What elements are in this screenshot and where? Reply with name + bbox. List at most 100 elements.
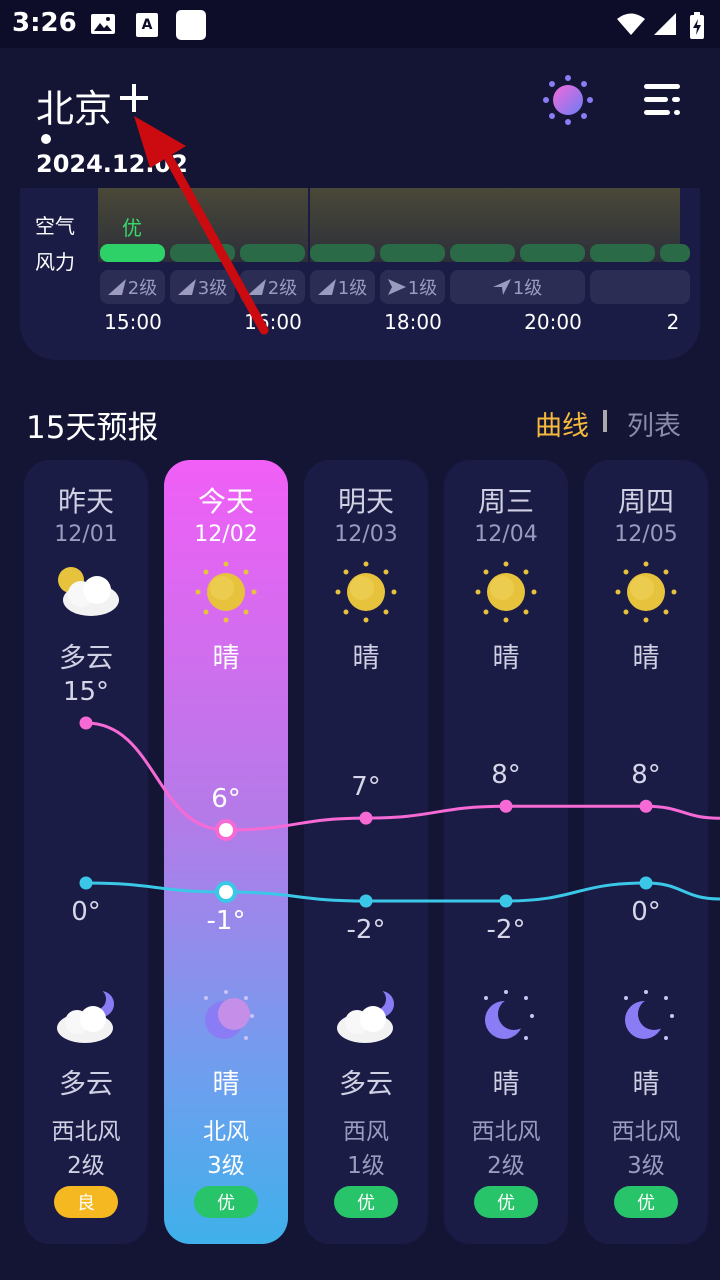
wind-chip: 1级 — [450, 270, 585, 304]
wind-level: 1级 — [407, 278, 438, 299]
wind-level: 1级 — [347, 1153, 385, 1179]
wind-direction-icon — [387, 279, 406, 295]
battery-icon — [690, 12, 704, 39]
high-temp-point — [215, 819, 237, 841]
status-time: 3:26 — [12, 8, 77, 38]
wind-direction: 西风 — [343, 1119, 389, 1145]
wind-chip: 2级 — [240, 270, 305, 304]
menu-icon[interactable] — [640, 82, 684, 118]
current-date: 2024.12.02 — [36, 150, 188, 178]
aqi-bar — [240, 244, 305, 262]
aqi-bar — [310, 244, 375, 262]
night-weather: 晴 — [492, 1069, 520, 1100]
aqi-bar — [170, 244, 235, 262]
wind-direction: 北风 — [203, 1119, 249, 1145]
wind-level: 2级 — [487, 1153, 525, 1179]
temperature-curve — [79, 716, 720, 908]
sun-theme-icon[interactable] — [542, 74, 594, 126]
aqi-badge: 优 — [194, 1186, 258, 1218]
cloudy-night-icon — [337, 988, 394, 1043]
moon-icon — [204, 990, 254, 1040]
low-temp-label: 0° — [631, 897, 661, 927]
wind-level: 2级 — [67, 1153, 105, 1179]
low-temp-line — [85, 881, 720, 903]
low-temp-point — [215, 881, 237, 903]
low-temp-label: -1° — [206, 906, 246, 936]
wind-label: 风力 — [35, 250, 75, 274]
tab-divider — [603, 410, 607, 432]
moon-icon — [484, 990, 534, 1040]
hour-label: 2 — [666, 310, 680, 334]
wind-level: 3级 — [207, 1153, 245, 1179]
hourly-forecast-card[interactable]: 空气 风力 优 2级 3级 2级 1级 1级 1级 15:00 16:00 18… — [20, 188, 700, 360]
wifi-icon — [617, 13, 645, 35]
wind-chip: 2级 — [100, 270, 165, 304]
wind-direction-icon — [317, 279, 336, 295]
wind-direction: 西北风 — [611, 1119, 681, 1145]
status-bar: 3:26 A — [0, 0, 720, 48]
aqi-badge: 优 — [614, 1186, 678, 1218]
low-temp-point — [79, 876, 93, 890]
hour-label: 16:00 — [244, 310, 302, 334]
hour-label: 20:00 — [524, 310, 582, 334]
wind-level: 2级 — [267, 278, 298, 299]
svg-text:A: A — [142, 17, 153, 33]
aqi-bar — [380, 244, 445, 262]
night-weather: 多云 — [339, 1069, 393, 1100]
moon-icon — [624, 990, 674, 1040]
wind-direction: 西北风 — [471, 1119, 541, 1145]
cloudy-night-icon — [57, 988, 114, 1043]
aqi-bar — [520, 244, 585, 262]
aqi-bar — [590, 244, 655, 262]
aqi-bar — [100, 244, 165, 262]
aqi-badge: 优 — [474, 1186, 538, 1218]
night-weather: 晴 — [632, 1069, 660, 1100]
night-weather: 晴 — [212, 1069, 240, 1100]
low-temp-label: 0° — [71, 897, 101, 927]
low-temp-point — [499, 894, 513, 908]
aqi-badge: 良 — [54, 1186, 118, 1218]
wind-direction-icon — [177, 279, 196, 295]
wind-level: 3级 — [627, 1153, 665, 1179]
high-temp-label: 8° — [631, 760, 661, 791]
text-app-icon: A — [136, 13, 158, 37]
wind-chip: 1级 — [310, 270, 375, 304]
high-temp-label: 15° — [62, 677, 110, 707]
city-name[interactable]: 北京 — [36, 78, 112, 133]
wind-chip: 3级 — [170, 270, 235, 304]
high-temp-point — [359, 811, 373, 825]
forecast-title: 15天预报 — [26, 410, 159, 446]
wind-level: 2级 — [127, 278, 158, 299]
wind-direction-icon — [492, 279, 511, 295]
hour-label: 18:00 — [384, 310, 442, 334]
low-temp-label: -2° — [486, 915, 526, 945]
wind-level: 1级 — [337, 278, 368, 299]
high-temp-label: 8° — [491, 760, 521, 791]
tab-curve[interactable]: 曲线 — [535, 404, 589, 443]
wind-chip: 1级 — [380, 270, 445, 304]
high-temp-line — [85, 721, 720, 832]
low-temp-point — [359, 894, 373, 908]
add-city-icon[interactable] — [118, 82, 150, 114]
high-temp-label: 7° — [351, 772, 381, 803]
wind-direction-icon — [247, 279, 266, 295]
wind-direction-icon — [107, 279, 126, 295]
aqi-bar — [660, 244, 690, 262]
notification-square-icon — [176, 10, 206, 40]
high-temp-point — [79, 716, 93, 730]
tab-list[interactable]: 列表 — [627, 404, 681, 443]
wind-level: 3级 — [197, 278, 228, 299]
high-temp-point — [639, 799, 653, 813]
wind-chip — [590, 270, 690, 304]
wind-level: 1级 — [512, 278, 543, 299]
signal-icon — [654, 13, 676, 35]
high-temp-label: 6° — [211, 784, 241, 814]
gallery-icon — [91, 14, 115, 34]
high-temp-point — [499, 799, 513, 813]
air-label: 空气 — [35, 214, 75, 238]
aqi-text: 优 — [122, 216, 142, 240]
wind-direction: 西北风 — [51, 1119, 121, 1145]
aqi-bar — [450, 244, 515, 262]
aqi-badge: 优 — [334, 1186, 398, 1218]
low-temp-label: -2° — [346, 915, 386, 945]
